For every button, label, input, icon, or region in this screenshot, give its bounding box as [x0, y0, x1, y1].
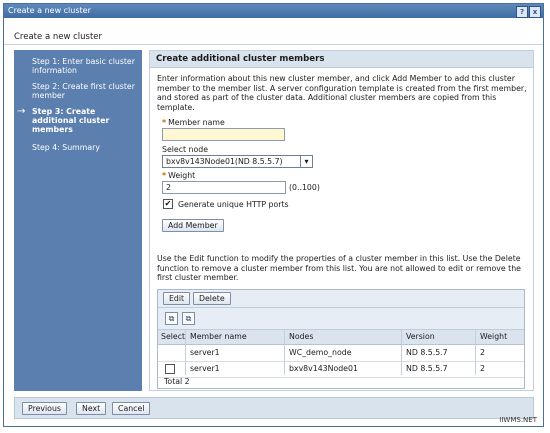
col-select[interactable]: Select [161, 330, 185, 344]
cell-nodes: bxv8v143Node01 [289, 364, 358, 373]
weight-range: (0..100) [289, 183, 320, 192]
cancel-button[interactable]: Cancel [112, 402, 151, 415]
next-button[interactable]: Next [76, 402, 107, 415]
col-divider [475, 330, 476, 375]
table-row: server1 WC_demo_node ND 8.5.5.7 2 [158, 345, 524, 362]
intro-text: Enter information about this new cluster… [157, 74, 527, 112]
close-icon[interactable]: x [529, 6, 541, 18]
table-icon-bar: ⧉ ⧉ [158, 308, 524, 330]
step-1[interactable]: Step 1: Enter basic cluster information [32, 57, 140, 75]
wizard-steps-sidebar: Step 1: Enter basic cluster information … [14, 50, 142, 391]
help-icon[interactable]: ? [516, 6, 528, 18]
col-member-name[interactable]: Member name [190, 330, 247, 344]
member-name-label: * Member name [162, 118, 225, 127]
current-step-arrow-icon: → [17, 106, 26, 117]
required-marker-weight: * [162, 171, 167, 180]
row-select-checkbox[interactable] [165, 364, 175, 374]
cell-version: ND 8.5.5.7 [406, 364, 448, 373]
table-row: server1 bxv8v143Node01 ND 8.5.5.7 2 [158, 361, 524, 378]
col-nodes[interactable]: Nodes [289, 330, 313, 344]
wizard-footer: Previous Next Cancel [14, 397, 534, 419]
select-node-value: bxv8v143Node01(ND 8.5.5.7) [166, 157, 283, 166]
edit-button[interactable]: Edit [163, 292, 191, 305]
panel-heading: Create additional cluster members [150, 51, 533, 68]
generate-ports-label: Generate unique HTTP ports [178, 200, 289, 209]
cell-nodes: WC_demo_node [289, 348, 352, 357]
weight-input[interactable]: 2 [162, 181, 286, 194]
select-all-icon[interactable]: ⧉ [165, 312, 178, 325]
member-name-input[interactable] [162, 128, 285, 141]
table-total: Total 2 [164, 377, 190, 386]
col-divider [284, 330, 285, 375]
title-divider [4, 44, 543, 45]
cell-member-name: server1 [190, 348, 220, 357]
edit-help-text: Use the Edit function to modify the prop… [157, 254, 521, 282]
add-member-button[interactable]: Add Member [162, 219, 224, 232]
weight-label-text: Weight [168, 171, 196, 180]
cell-weight: 2 [480, 364, 485, 373]
window-title: Create a new cluster [8, 6, 91, 15]
step-4[interactable]: Step 4: Summary [32, 143, 140, 152]
dialog-title: Create a new cluster [14, 32, 103, 42]
cell-member-name: server1 [190, 364, 220, 373]
col-divider [185, 330, 186, 375]
member-name-label-text: Member name [168, 118, 225, 127]
col-divider [401, 330, 402, 375]
chevron-down-icon[interactable]: ▾ [300, 156, 312, 167]
col-version[interactable]: Version [406, 330, 435, 344]
step-2[interactable]: Step 2: Create first cluster member [32, 82, 140, 100]
col-weight[interactable]: Weight [480, 330, 507, 344]
cell-version: ND 8.5.5.7 [406, 348, 448, 357]
select-node-dropdown[interactable]: bxv8v143Node01(ND 8.5.5.7) ▾ [162, 155, 313, 168]
members-table: Edit Delete ⧉ ⧉ Select Member name Nodes… [157, 289, 525, 389]
generate-ports-checkbox[interactable]: ✔ [163, 199, 173, 209]
create-cluster-window: Create a new cluster ? x Create a new cl… [3, 3, 544, 427]
step-content-panel: Create additional cluster members Enter … [149, 50, 534, 391]
select-node-label: Select node [162, 145, 208, 154]
watermark: IIWMS.NET [499, 416, 537, 424]
weight-label: * Weight [162, 171, 195, 180]
cell-weight: 2 [480, 348, 485, 357]
required-marker: * [162, 118, 167, 127]
table-action-bar: Edit Delete [158, 290, 524, 308]
previous-button[interactable]: Previous [22, 402, 67, 415]
window-titlebar: Create a new cluster ? x [4, 4, 543, 18]
deselect-all-icon[interactable]: ⧉ [182, 312, 195, 325]
step-3[interactable]: Step 3: Create additional cluster member… [32, 107, 140, 134]
delete-button[interactable]: Delete [193, 292, 231, 305]
table-header: Select Member name Nodes Version Weight [158, 330, 524, 345]
